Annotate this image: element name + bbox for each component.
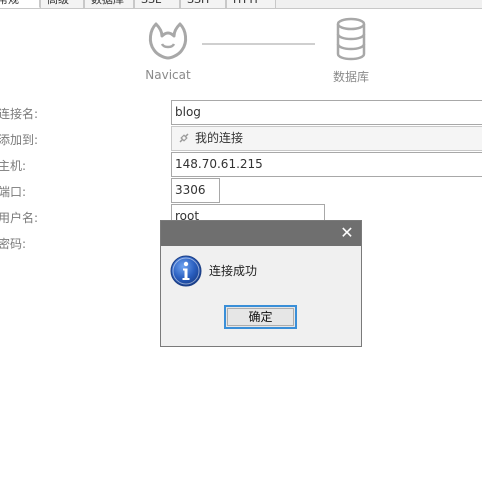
password-label: 密码:	[0, 237, 27, 251]
database-label: 数据库	[332, 70, 369, 84]
navicat-label: Navicat	[145, 68, 191, 82]
tab-http[interactable]: HTTP	[226, 0, 276, 8]
host-label: 主机:	[0, 159, 27, 173]
port-label: 端口:	[0, 185, 27, 199]
dialog-title-bar[interactable]	[161, 221, 361, 246]
username-label: 用户名:	[0, 211, 39, 225]
tab-strip: 常规 高级 数据库 SSL SSH HTTP	[0, 0, 482, 9]
connection-name-input[interactable]: blog	[171, 100, 482, 125]
host-input[interactable]: 148.70.61.215	[171, 152, 482, 177]
connection-link-icon	[179, 133, 189, 143]
connection-name-label: 连接名:	[0, 107, 39, 121]
navicat-logo-icon	[148, 22, 188, 60]
tab-general[interactable]: 常规	[0, 0, 40, 8]
ok-button[interactable]: 确定	[224, 305, 297, 329]
tab-database[interactable]: 数据库	[84, 0, 134, 8]
database-icon	[336, 17, 366, 61]
tab-advanced[interactable]: 高级	[40, 0, 84, 8]
connection-success-dialog: ✕ 连接成功 确定	[160, 220, 362, 347]
port-input[interactable]: 3306	[171, 178, 220, 203]
tab-ssl[interactable]: SSL	[134, 0, 180, 8]
connector-line	[202, 43, 315, 45]
dialog-message: 连接成功	[209, 264, 258, 278]
add-to-label: 添加到:	[0, 133, 39, 147]
tab-ssh[interactable]: SSH	[180, 0, 226, 8]
add-to-select[interactable]: 我的连接	[171, 126, 482, 151]
add-to-value: 我的连接	[195, 131, 244, 145]
info-icon	[170, 255, 202, 287]
close-icon[interactable]: ✕	[339, 224, 355, 242]
